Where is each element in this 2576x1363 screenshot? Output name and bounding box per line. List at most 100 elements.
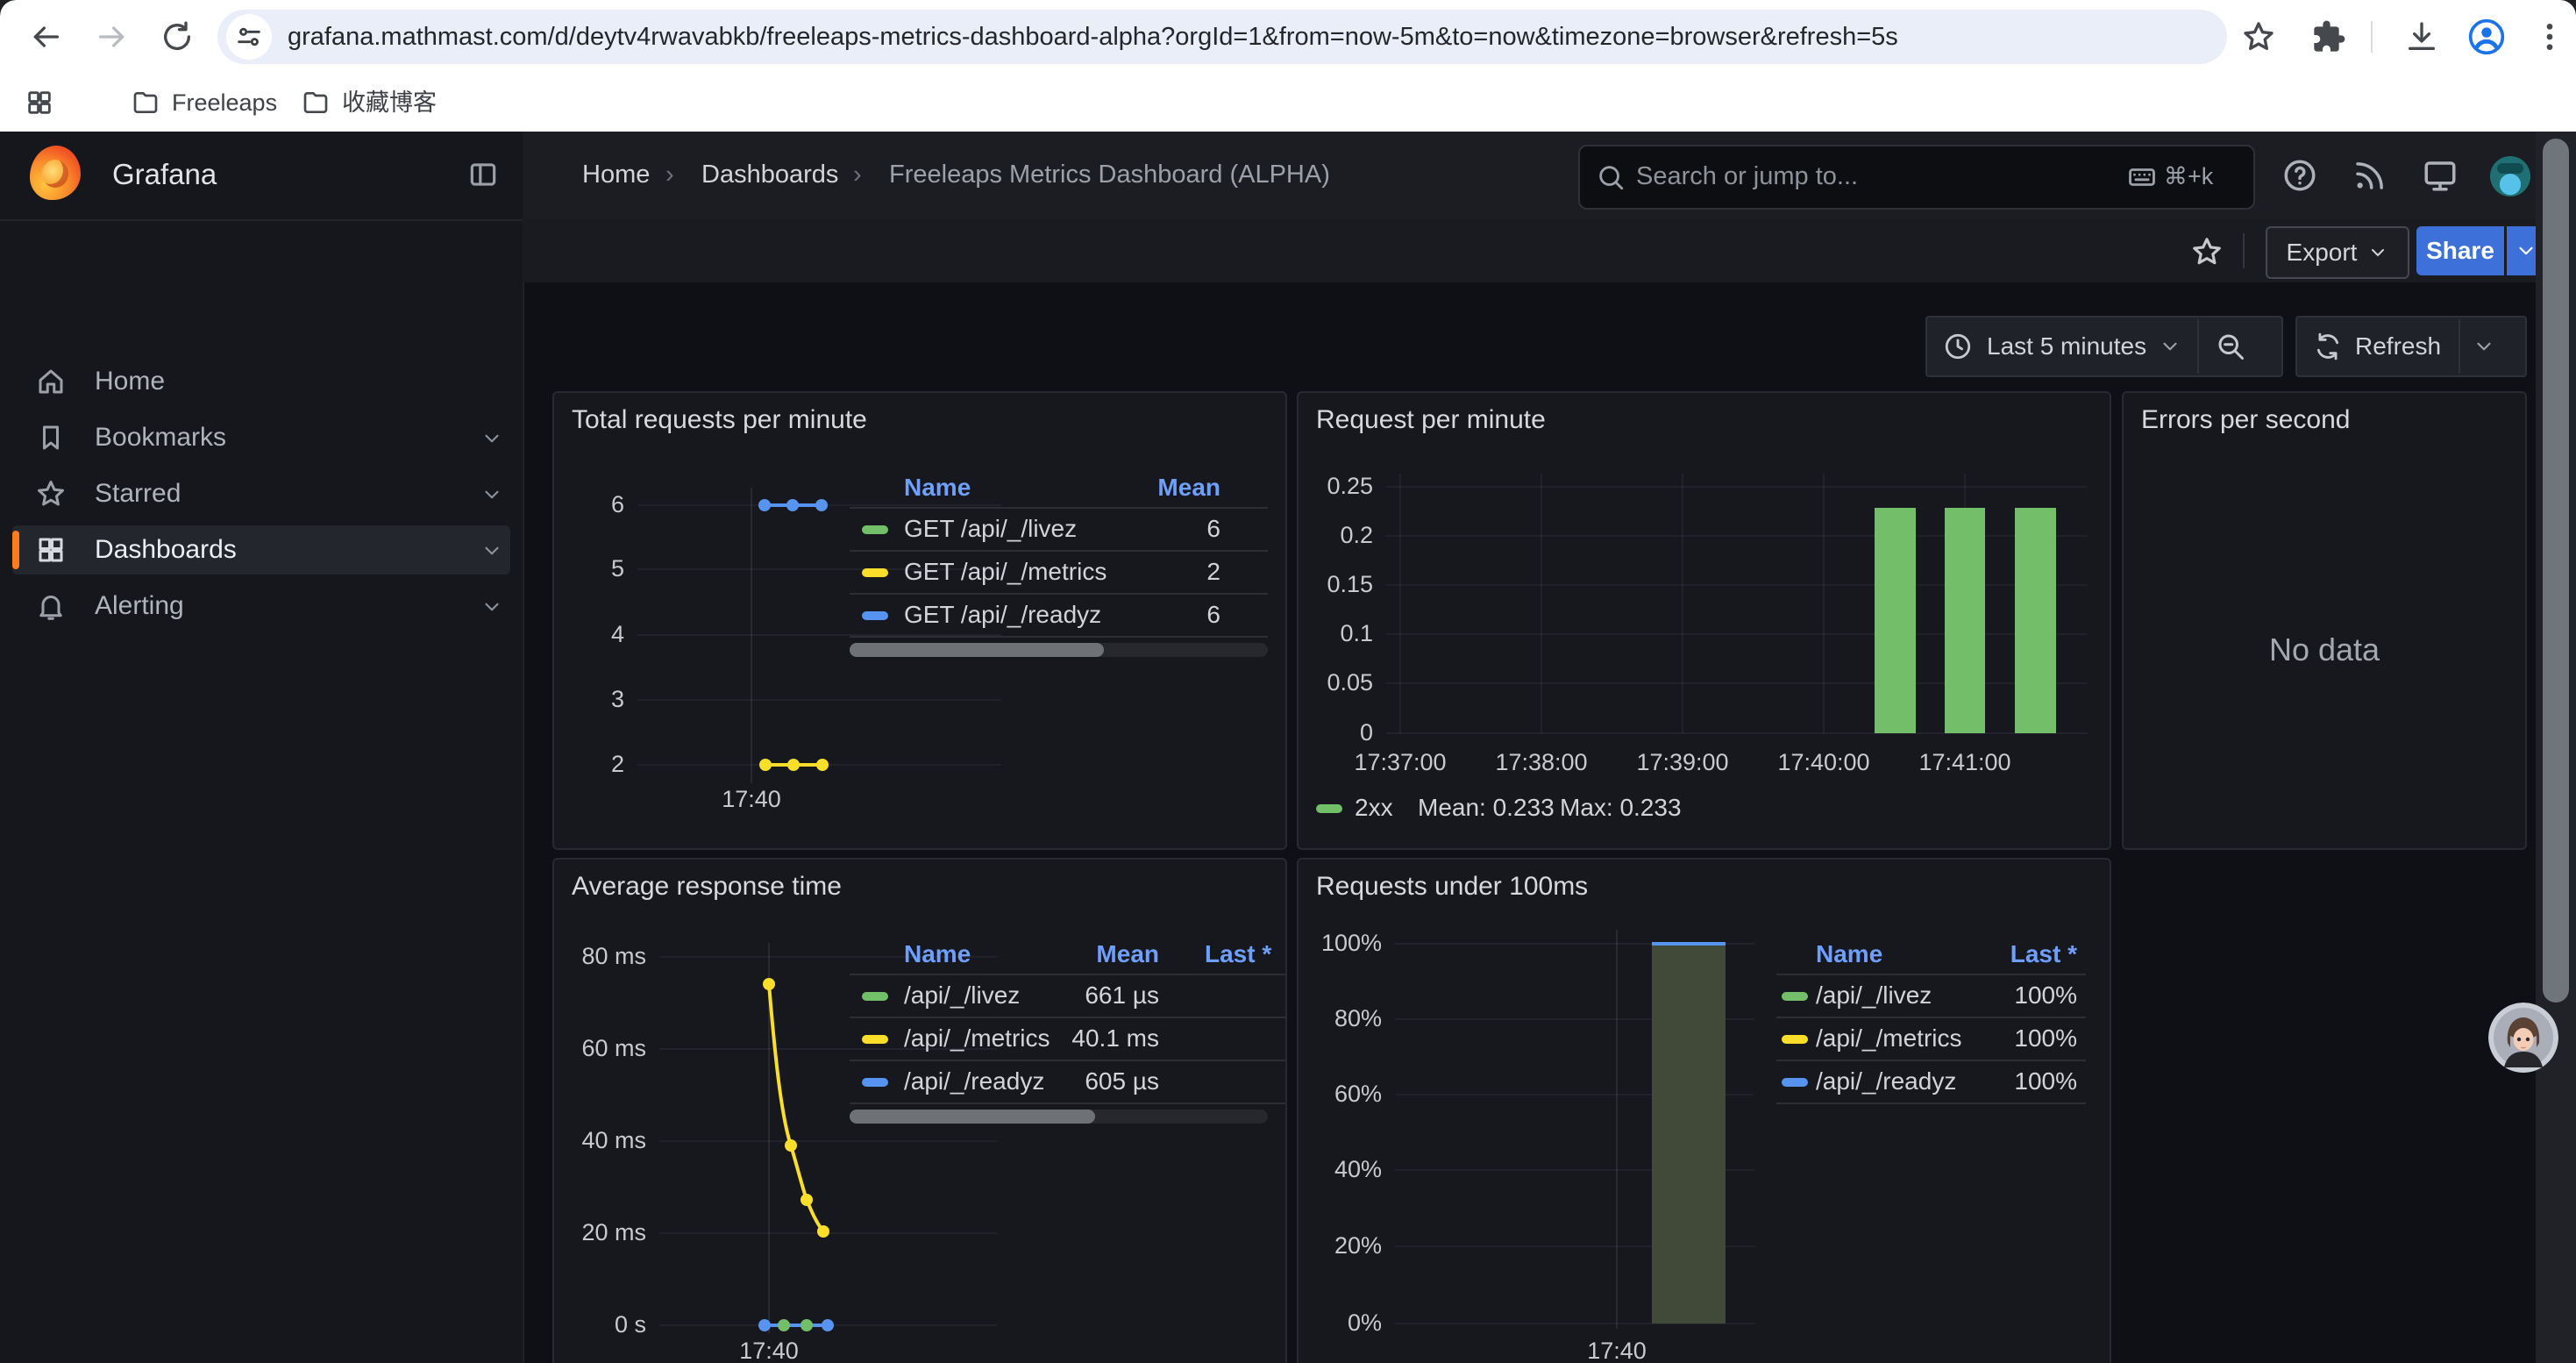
legend-row[interactable]: /api/_/readyz 100% [1776, 1061, 2086, 1103]
legend-col-name[interactable]: Name [904, 940, 971, 968]
panel-requests-under-100ms[interactable]: Requests under 100ms 100% 80% 60% 40% 20… [1297, 858, 2111, 1363]
panel-errors-per-second[interactable]: Errors per second No data [2122, 391, 2527, 850]
news-rss-icon[interactable] [2352, 157, 2388, 194]
download-icon[interactable] [2404, 19, 2439, 54]
chevron-down-icon [2367, 242, 2388, 263]
x-tick: 17:40 [1564, 1338, 1669, 1363]
series-color-pill [862, 1035, 888, 1044]
sidebar-item-bookmarks[interactable]: Bookmarks [0, 410, 523, 466]
back-icon[interactable] [28, 19, 63, 54]
legend-row[interactable]: GET /api/_/livez 6 [850, 509, 1268, 550]
legend-scrollbar[interactable] [850, 1110, 1268, 1124]
browser-toolbar [0, 0, 2576, 74]
refresh-interval-dropdown[interactable] [2473, 335, 2495, 358]
legend-col-mean[interactable]: Mean [984, 940, 1159, 968]
legend-row[interactable]: /api/_/readyz 605 µs 620 µs [850, 1061, 1285, 1103]
dock-menu-icon[interactable] [466, 158, 500, 191]
chevron-down-icon[interactable] [480, 596, 503, 618]
refresh-icon [2313, 332, 2343, 361]
panel-total-requests[interactable]: Total requests per minute 6 5 4 3 2 17:4… [552, 391, 1287, 850]
monitor-icon[interactable] [2422, 157, 2459, 194]
breadcrumb-home[interactable]: Home [582, 132, 650, 218]
star-icon [35, 478, 67, 510]
refresh-controls: Refresh [2295, 316, 2527, 377]
export-button[interactable]: Export [2266, 226, 2409, 279]
bookmarks-bar: Freeleaps 收藏博客 [0, 74, 2576, 132]
bar [2015, 508, 2056, 733]
sidebar-item-dashboards[interactable]: Dashboards [0, 522, 523, 578]
search-bar[interactable]: ⌘+k [1578, 145, 2255, 210]
legend-row[interactable]: /api/_/metrics 100% [1776, 1018, 2086, 1060]
sidebar-item-home[interactable]: Home [0, 353, 523, 410]
chevron-down-icon[interactable] [2159, 335, 2181, 358]
grafana-sidebar: Grafana Home Bookmarks Starred [0, 132, 524, 1363]
extensions-icon[interactable] [2311, 19, 2346, 54]
chevron-down-icon[interactable] [480, 539, 503, 562]
series-mean: 40.1 ms [984, 1024, 1159, 1053]
legend-scrollbar-thumb[interactable] [850, 1110, 1095, 1124]
area-chart [1299, 860, 2110, 1363]
panel-request-per-minute[interactable]: Request per minute 0.25 0.2 0.15 0.1 0.0… [1297, 391, 2111, 850]
chevron-down-icon[interactable] [480, 427, 503, 450]
sidebar-item-label: Bookmarks [95, 410, 226, 466]
search-input[interactable] [1634, 146, 2111, 206]
reload-icon[interactable] [160, 19, 195, 54]
legend-row[interactable]: /api/_/livez 100% [1776, 975, 2086, 1017]
apps-grid-icon[interactable] [25, 88, 54, 118]
selected-accent-bar [12, 531, 19, 569]
bar [1875, 508, 1916, 733]
legend-col-mean[interactable]: Mean [1045, 474, 1220, 502]
legend-col-name[interactable]: Name [904, 474, 971, 502]
refresh-button[interactable]: Refresh [2355, 332, 2441, 360]
toolbar-divider [2371, 21, 2373, 53]
legend-scrollbar-thumb[interactable] [850, 643, 1104, 657]
bookmark-star-icon[interactable] [2241, 19, 2276, 54]
series-mean: 6 [1045, 515, 1220, 543]
grafana-logo-icon[interactable] [30, 146, 81, 200]
page-scrollbar-thumb[interactable] [2543, 139, 2569, 1003]
panel-average-response-time[interactable]: Average response time 80 ms 60 ms 40 ms … [552, 858, 1287, 1363]
x-tick: 17:38:00 [1480, 749, 1603, 776]
user-avatar[interactable] [2490, 156, 2530, 196]
area-fill [1652, 944, 1726, 1324]
legend-scrollbar[interactable] [850, 643, 1268, 657]
legend-row[interactable]: /api/_/metrics 40.1 ms 20.5 ms [850, 1018, 1285, 1060]
panel-title: Errors per second [2141, 405, 2350, 435]
browser-menu-icon[interactable] [2532, 19, 2567, 54]
site-settings-icon[interactable] [226, 14, 272, 60]
x-tick: 17:41:00 [1904, 749, 2026, 776]
zoom-out-icon[interactable] [2215, 331, 2246, 362]
girl-avatar-icon [2488, 1003, 2558, 1073]
share-button[interactable]: Share [2416, 226, 2504, 275]
series-color-pill [862, 568, 888, 577]
time-range-button[interactable]: Last 5 minutes [1987, 332, 2146, 360]
series-mean: Mean: 0.233 [1418, 794, 1555, 822]
url-input[interactable] [288, 10, 2129, 64]
breadcrumb-dashboards[interactable]: Dashboards [701, 132, 838, 218]
sidebar-item-starred[interactable]: Starred [0, 466, 523, 522]
chevron-down-icon[interactable] [480, 483, 503, 506]
floating-assistant-avatar[interactable] [2488, 1003, 2558, 1073]
legend-row[interactable]: /api/_/livez 661 µs 646 µs [850, 975, 1285, 1017]
legend-col-last[interactable]: Last * [1205, 940, 1287, 968]
legend-divider [850, 636, 1268, 638]
forward-icon[interactable] [95, 19, 130, 54]
legend-col-name[interactable]: Name [1816, 940, 1882, 968]
legend-row[interactable]: GET /api/_/readyz 6 [850, 595, 1268, 636]
bookmark-label: Freeleaps [172, 74, 277, 132]
sidebar-item-label: Starred [95, 466, 181, 522]
favorite-star-icon[interactable] [2190, 235, 2224, 268]
series-mean: 6 [1045, 601, 1220, 629]
x-tick: 17:39:00 [1621, 749, 1744, 776]
x-tick: 17:40 [699, 786, 804, 813]
help-icon[interactable] [2281, 157, 2318, 194]
bar-chart [1299, 393, 2110, 848]
series-mean: 2 [1045, 558, 1220, 586]
legend-col-last[interactable]: Last * [1902, 940, 2077, 968]
legend-divider [850, 1103, 1285, 1104]
profile-icon[interactable] [2467, 18, 2506, 56]
sidebar-item-alerting[interactable]: Alerting [0, 578, 523, 634]
legend-row[interactable]: GET /api/_/metrics 2 [850, 552, 1268, 593]
series-color-pill [862, 1078, 888, 1087]
breadcrumb-separator: › [853, 132, 862, 218]
